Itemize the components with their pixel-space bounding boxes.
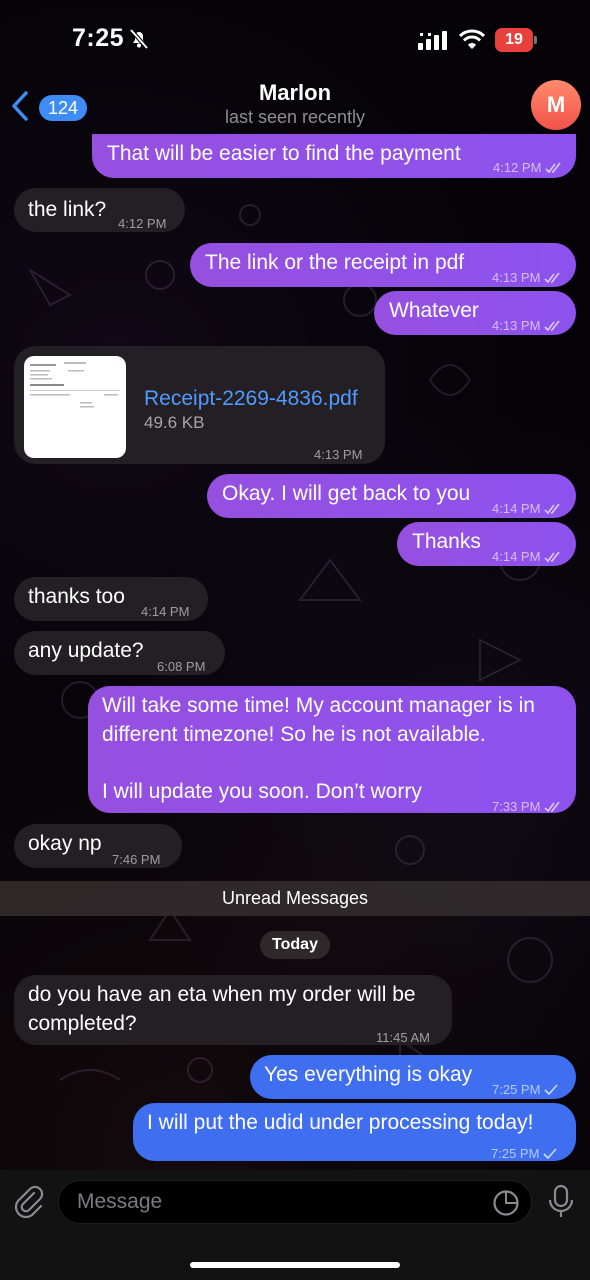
contact-name[interactable]: Marlon [0, 80, 590, 106]
contact-status: last seen recently [224, 107, 366, 127]
document-preview-icon [30, 362, 120, 408]
message-field[interactable] [58, 1180, 532, 1224]
message-time: 4:13 PM [314, 447, 363, 462]
message-bubble[interactable]: Yes everything is okay 7:25 PM [250, 1055, 576, 1099]
file-size: 49.6 KB [144, 413, 205, 432]
double-check-icon [544, 503, 561, 515]
message-text: The link or the receipt in pdf [205, 251, 465, 274]
sticker-icon[interactable] [492, 1189, 520, 1217]
battery-indicator: 19 [495, 28, 537, 52]
message-text: Okay. I will get back to you [222, 482, 471, 505]
unread-messages-divider: Unread Messages [0, 881, 590, 916]
chat-header: 124 Marlon last seen recently M [0, 80, 590, 134]
message-input[interactable] [77, 1181, 477, 1223]
message-time: 4:13 PM [492, 311, 562, 340]
message-bubble[interactable]: do you have an eta when my order will be… [14, 975, 452, 1045]
message-time: 4:12 PM [118, 216, 167, 231]
message-text: any update? [28, 639, 144, 662]
double-check-icon [544, 801, 561, 813]
message-bubble[interactable]: That will be easier to find the payment … [92, 134, 576, 178]
message-bubble[interactable]: I will put the udid under processing tod… [133, 1103, 576, 1161]
message-time: 11:45 AM [376, 1030, 430, 1045]
message-bubble[interactable]: okay np 7:46 PM [14, 824, 182, 868]
message-time: 6:08 PM [157, 659, 206, 674]
message-text: okay np [28, 832, 102, 855]
message-text-line: Will take some time! My account manager … [102, 694, 535, 717]
message-bubble[interactable]: Okay. I will get back to you 4:14 PM [207, 474, 576, 518]
status-bar: 7:25 19 [0, 0, 590, 80]
message-text: thanks too [28, 585, 125, 608]
message-bubble[interactable]: thanks too 4:14 PM [14, 577, 208, 621]
message-text: That will be easier to find the payment [107, 142, 461, 165]
message-bubble[interactable]: Thanks 4:14 PM [397, 522, 576, 566]
message-text: Whatever [389, 299, 479, 322]
message-text-line: I will update you soon. Don’t worry [102, 780, 422, 803]
status-time: 7:25 [72, 24, 125, 52]
pdf-thumbnail[interactable] [24, 356, 126, 458]
check-icon [543, 1148, 558, 1160]
message-bubble[interactable]: The link or the receipt in pdf 4:13 PM [190, 243, 576, 287]
message-text-line: do you have an eta when my order will be [28, 983, 416, 1006]
message-time: 4:12 PM [493, 153, 563, 182]
check-icon [544, 1084, 559, 1096]
message-text-line: different timezone! So he is not availab… [102, 723, 486, 746]
message-text: I will put the udid under processing tod… [147, 1111, 534, 1134]
cellular-signal-icon [418, 31, 447, 50]
message-bubble[interactable]: Will take some time! My account manager … [88, 686, 576, 814]
wifi-icon [458, 29, 486, 49]
double-check-icon [544, 272, 561, 284]
message-input-bar [0, 1170, 590, 1280]
message-text: Yes everything is okay [264, 1063, 473, 1086]
message-bubble[interactable]: any update? 6:08 PM [14, 631, 225, 675]
double-check-icon [545, 162, 562, 174]
avatar[interactable]: M [531, 80, 581, 130]
message-bubble[interactable]: the link? 4:12 PM [14, 188, 185, 232]
message-time: 7:46 PM [112, 852, 161, 867]
battery-level: 19 [495, 28, 533, 52]
home-indicator [190, 1262, 400, 1268]
paperclip-icon[interactable] [12, 1184, 46, 1218]
message-text-line: completed? [28, 1012, 137, 1035]
file-message[interactable]: Receipt-2269-4836.pdf 49.6 KB 4:13 PM [14, 346, 385, 464]
message-time: 7:33 PM [492, 792, 562, 821]
message-time: 4:14 PM [141, 604, 190, 619]
date-separator: Today [260, 931, 330, 959]
message-time: 4:13 PM [492, 263, 562, 292]
message-time: 4:14 PM [492, 494, 562, 523]
battery-cap [534, 36, 537, 44]
message-time: 7:25 PM [491, 1139, 558, 1168]
microphone-icon[interactable] [546, 1184, 576, 1220]
double-check-icon [544, 320, 561, 332]
double-check-icon [544, 551, 561, 563]
message-bubble[interactable]: Whatever 4:13 PM [374, 291, 576, 335]
message-time: 7:25 PM [492, 1075, 559, 1104]
bell-slash-icon [129, 28, 149, 50]
message-time: 4:14 PM [492, 542, 562, 571]
message-text: Thanks [412, 530, 481, 553]
message-text: the link? [28, 198, 107, 221]
